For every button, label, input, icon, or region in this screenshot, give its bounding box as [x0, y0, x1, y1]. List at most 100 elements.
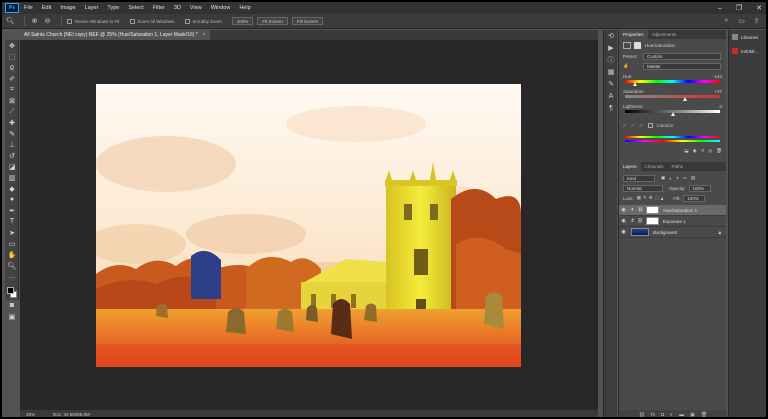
hand-tool-icon[interactable]: ✋ [5, 249, 19, 260]
clone-stamp-tool-icon[interactable]: ⊥ [5, 139, 19, 150]
resize-windows-checkbox[interactable]: Resize Windows to Fit [67, 18, 120, 24]
tab-adjustments[interactable]: Adjustments [648, 30, 681, 39]
opacity-field[interactable]: 100% [688, 184, 711, 192]
fit-screen-button[interactable]: Fit Screen [257, 17, 288, 25]
frame-tool-icon[interactable]: ⊠ [5, 95, 19, 106]
lightness-value[interactable]: 0 [719, 104, 722, 109]
filter-shape-icon[interactable]: ▭ [683, 175, 687, 181]
layer-name[interactable]: Hue/Saturation 1 [663, 208, 697, 213]
tab-layers[interactable]: Layers [619, 162, 641, 171]
zoom-tool-icon[interactable]: 🔍︎ [6, 17, 15, 26]
blur-tool-icon[interactable]: ◆ [5, 183, 19, 194]
swatches-icon[interactable]: ▦ [604, 66, 618, 78]
tab-properties[interactable]: Properties [619, 30, 648, 39]
layer-kind-filter[interactable]: Kind [623, 174, 655, 182]
filter-type-icon[interactable]: T [676, 176, 679, 181]
zoom-100-button[interactable]: 100% [231, 17, 254, 25]
lock-paint-icon[interactable]: ✎ [643, 195, 647, 201]
eye-icon[interactable]: ◉ [619, 207, 628, 213]
healing-brush-tool-icon[interactable]: ✚ [5, 117, 19, 128]
lightness-slider[interactable] [625, 110, 720, 116]
canvas-area[interactable] [20, 40, 598, 410]
saturation-slider[interactable] [625, 95, 720, 101]
zoom-in-icon[interactable]: ⊕ [30, 17, 39, 26]
reset-icon[interactable]: ↺ [701, 148, 705, 154]
layer-row-exposure[interactable]: ◉ ± ⛓ Exposure 1 [619, 216, 726, 227]
eraser-tool-icon[interactable]: ◪ [5, 161, 19, 172]
share-icon[interactable]: ⇪ [752, 17, 761, 25]
menu-layer[interactable]: Layer [85, 5, 99, 11]
lasso-tool-icon[interactable]: ϱ [5, 62, 19, 73]
channel-dropdown[interactable]: Master [643, 62, 721, 70]
delete-adjustment-icon[interactable]: 🗑 [716, 148, 722, 154]
menu-help[interactable]: Help [239, 5, 250, 11]
search-icon[interactable]: ⌕ [722, 17, 731, 25]
history-brush-tool-icon[interactable]: ↺ [5, 150, 19, 161]
lock-move-icon[interactable]: ✥ [649, 195, 653, 201]
actions-icon[interactable]: ▶ [604, 42, 618, 54]
layer-row-background[interactable]: ◉ Background 🔒︎ [619, 227, 726, 238]
move-tool-icon[interactable]: ✥ [5, 40, 19, 51]
layer-mask-thumbnail[interactable] [646, 217, 660, 225]
close-button[interactable]: ✕ [756, 4, 762, 12]
document-tab[interactable]: All Saints Church (NEI copy).NEF @ 25% (… [20, 30, 210, 40]
hue-value[interactable]: -144 [713, 74, 722, 79]
blend-mode-dropdown[interactable]: Normal [623, 184, 663, 192]
filter-adjust-icon[interactable]: ◐ [669, 176, 672, 181]
preset-dropdown[interactable]: Custom [643, 52, 721, 60]
color-swatches[interactable] [5, 286, 19, 300]
doc-info[interactable]: Doc: 34.9M/69.8M [53, 412, 90, 417]
eyedropper-tool-icon[interactable]: ⟋ [5, 106, 19, 117]
paragraph-icon[interactable]: ¶ [604, 102, 618, 114]
gradient-tool-icon[interactable]: ▥ [5, 172, 19, 183]
eye-icon[interactable]: ◉ [619, 218, 628, 224]
filter-pixel-icon[interactable]: ▣ [661, 175, 665, 181]
marquee-tool-icon[interactable]: ⬚ [5, 51, 19, 62]
crop-tool-icon[interactable]: ⌗ [5, 84, 19, 95]
view-previous-icon[interactable]: ◉ [693, 148, 697, 154]
menu-select[interactable]: Select [128, 5, 143, 11]
menu-filter[interactable]: Filter [153, 5, 165, 11]
info-icon[interactable]: ⓘ [604, 54, 618, 66]
lock-pixels-icon[interactable]: ▦ [637, 195, 641, 201]
character-icon[interactable]: A [604, 90, 618, 102]
saturation-value[interactable]: +27 [714, 89, 722, 94]
hue-slider-thumb[interactable] [632, 82, 637, 86]
menu-window[interactable]: Window [211, 5, 231, 11]
dodge-tool-icon[interactable]: ● [5, 194, 19, 205]
menu-3d[interactable]: 3D [174, 5, 181, 11]
layer-name[interactable]: Exposure 1 [663, 219, 686, 224]
mask-icon[interactable] [634, 41, 641, 49]
imfomi-item[interactable]: ImfoMi… [729, 44, 766, 58]
saturation-slider-thumb[interactable] [682, 97, 687, 101]
rectangle-tool-icon[interactable]: ▭ [5, 238, 19, 249]
fill-screen-button[interactable]: Fill Screen [291, 17, 324, 25]
tab-channels[interactable]: Channels [641, 162, 668, 171]
colorize-checkbox[interactable] [648, 122, 654, 128]
hue-slider[interactable] [625, 80, 720, 86]
brushes-icon[interactable]: ✎ [604, 78, 618, 90]
chain-icon[interactable]: ⛓ [638, 207, 644, 213]
path-selection-tool-icon[interactable]: ➤ [5, 227, 19, 238]
maximize-button[interactable]: ❐ [736, 4, 742, 12]
zoom-out-icon[interactable]: ⊖ [43, 17, 52, 26]
menu-file[interactable]: File [24, 5, 33, 11]
fill-field[interactable]: 100% [683, 194, 706, 202]
eyedropper-icon[interactable]: ⟋ [623, 123, 626, 128]
pen-tool-icon[interactable]: ✒ [5, 205, 19, 216]
delete-layer-icon[interactable]: 🗑 [701, 412, 707, 418]
clip-to-layer-icon[interactable]: ⬓ [684, 148, 688, 154]
on-image-adjust-icon[interactable]: ☝ [623, 63, 643, 69]
layer-thumbnail[interactable] [631, 228, 649, 236]
visibility-icon[interactable]: ◎ [708, 148, 712, 154]
screen-mode-icon[interactable]: ▣ [5, 311, 19, 322]
layer-name[interactable]: Background [653, 230, 677, 235]
zoom-level[interactable]: 25% [26, 412, 35, 417]
eyedropper-plus-icon[interactable]: ⟋ [631, 123, 634, 128]
zoom-tool-icon[interactable]: 🔍︎ [5, 260, 19, 271]
menu-view[interactable]: View [190, 5, 202, 11]
zoom-all-windows-checkbox[interactable]: Zoom All Windows [129, 18, 175, 24]
menu-type[interactable]: Type [107, 5, 119, 11]
chain-icon[interactable]: ⛓ [637, 218, 643, 224]
lock-artboard-icon[interactable]: ⬚ [655, 195, 659, 201]
